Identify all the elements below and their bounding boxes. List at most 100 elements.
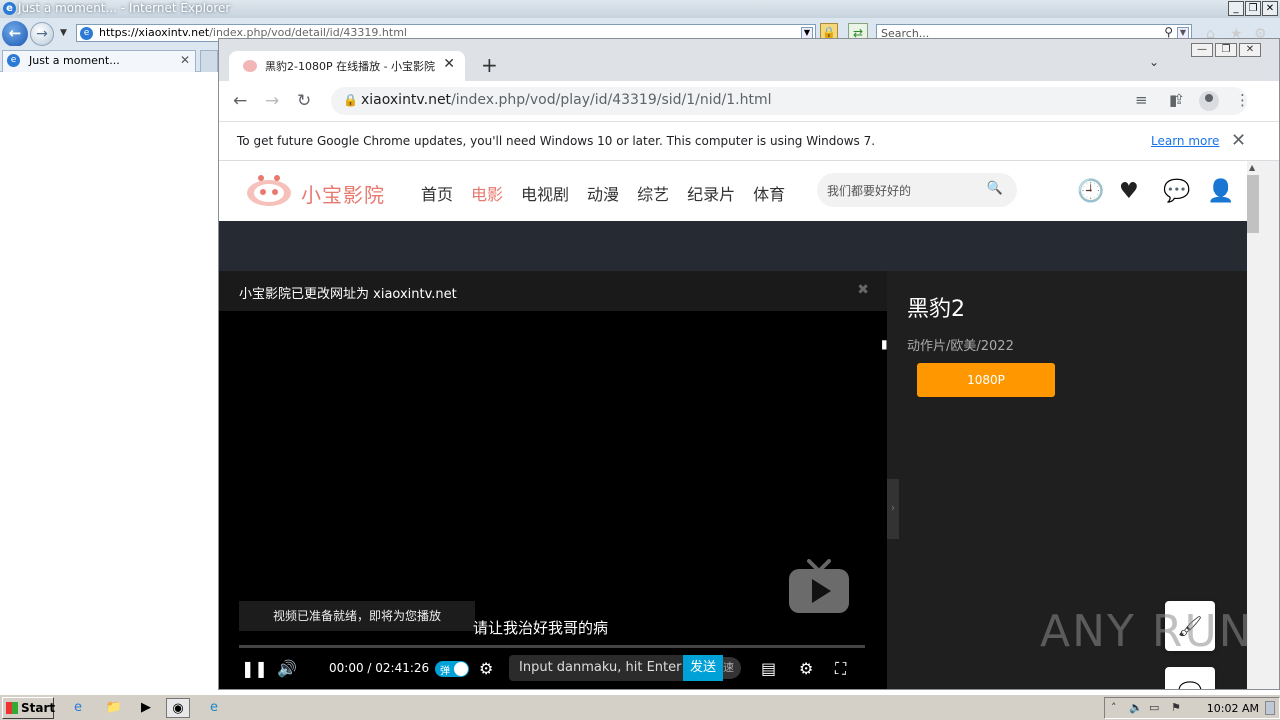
nav-item-tv[interactable]: 电视剧 <box>521 181 569 205</box>
subtitles-icon[interactable]: ▤ <box>761 659 776 678</box>
chrome-window-buttons: — ❐ ✕ <box>1189 41 1261 57</box>
omnibox[interactable]: 🔒 xiaoxintv.net/index.php/vod/play/id/43… <box>331 87 1247 115</box>
send-danmaku-button[interactable]: 发送 <box>683 655 723 681</box>
domain-notice-text: 小宝影院已更改网址为 xiaoxintv.net <box>239 287 457 302</box>
settings-gear-icon[interactable]: ⚙ <box>799 659 813 678</box>
episode-button[interactable]: 1080P <box>917 363 1055 397</box>
search-icon[interactable]: 🔍 <box>987 181 1003 196</box>
nav-item-movie[interactable]: 电影 <box>471 181 503 205</box>
start-button[interactable]: Start <box>2 697 56 719</box>
side-panel-icon[interactable]: ▮ <box>1169 91 1177 109</box>
site-search-placeholder: 我们都要好好的 <box>827 184 912 198</box>
header-band <box>219 221 1247 271</box>
scroll-thumb[interactable] <box>1247 175 1259 233</box>
playback-time: 00:00 / 02:41:26 <box>329 661 430 675</box>
tab-page-icon: e <box>7 54 20 67</box>
restore-button[interactable]: ❐ <box>1245 1 1261 16</box>
nav-item-variety[interactable]: 综艺 <box>637 181 669 205</box>
site-header: 小宝影院 首页 电影 电视剧 动漫 综艺 纪录片 体育 我们都要好好的 🔍 🕘 ♥ 💬 👤 <box>219 161 1247 221</box>
history-dropdown-icon[interactable]: ▼ <box>60 28 67 38</box>
ie-window-title: Just a moment... - Internet Explorer <box>18 1 231 15</box>
message-bubble-icon[interactable]: 💬 <box>1163 179 1190 204</box>
domain-notice-bar: 小宝影院已更改网址为 xiaoxintv.net ✖ <box>219 271 887 311</box>
chrome-tab-title: 黑豹2-1080P 在线播放 - 小宝影院 - <box>265 60 437 73</box>
nav-item-anime[interactable]: 动漫 <box>587 181 619 205</box>
forward-button[interactable]: → <box>30 22 54 46</box>
nav-item-home[interactable]: 首页 <box>421 181 453 205</box>
scroll-up-icon[interactable]: ▲ <box>1249 163 1255 172</box>
search-icon[interactable]: ⚲ <box>1164 25 1173 39</box>
ie-tab[interactable]: e Just a moment... ✕ <box>2 50 196 72</box>
chrome-close-button[interactable]: ✕ <box>1239 43 1261 57</box>
chrome-tab[interactable]: 黑豹2-1080P 在线播放 - 小宝影院 - ✕ <box>229 51 465 81</box>
chat-icon[interactable]: 💬 <box>1165 667 1215 689</box>
start-label: Start <box>21 701 56 715</box>
favorites-heart-icon[interactable]: ♥ <box>1119 179 1139 204</box>
learn-more-link[interactable]: Learn more <box>1151 134 1219 148</box>
ie-title-bar: e Just a moment... - Internet Explorer _… <box>0 0 1280 18</box>
taskbar: Start e 📁 ▶ ◉ e ˄ 🔈 ▭ ⚑ 10:02 AM <box>0 694 1280 720</box>
system-tray: ˄ 🔈 ▭ ⚑ 10:02 AM <box>1104 697 1280 719</box>
danmaku-input[interactable]: Input danmaku, hit Enter <box>509 655 683 681</box>
edge-taskbar-icon[interactable]: e <box>202 698 226 718</box>
forward-arrow-icon[interactable]: → <box>265 91 279 111</box>
media-player-icon[interactable]: ▶ <box>134 698 158 718</box>
toggle-knob <box>454 662 468 676</box>
ie-logo-icon: e <box>3 2 16 15</box>
close-button[interactable]: ✕ <box>1262 1 1278 16</box>
new-tab-button[interactable] <box>200 50 218 72</box>
close-icon[interactable]: ✕ <box>1231 130 1246 151</box>
danmaku-settings-icon[interactable]: ⚙ <box>479 659 493 678</box>
close-notice-icon[interactable]: ✖ <box>857 282 869 298</box>
send-extra-label: 速 <box>723 657 741 679</box>
back-arrow-icon[interactable]: ← <box>233 91 247 111</box>
reading-list-icon[interactable]: ≡ <box>1135 91 1148 109</box>
logo-text: 小宝影院 <box>301 183 385 207</box>
volume-icon[interactable]: 🔊 <box>277 659 297 678</box>
video-player[interactable]: 小宝影院已更改网址为 xiaoxintv.net ✖ 视频已准备就绪，即将为您播… <box>219 271 887 689</box>
tab-search-chevron-icon[interactable]: ⌄ <box>1149 55 1159 69</box>
lock-icon[interactable]: 🔒 <box>343 93 358 107</box>
video-title: 黑豹2 <box>907 297 965 322</box>
action-center-flag-icon[interactable]: ⚑ <box>1171 701 1181 714</box>
chrome-restore-button[interactable]: ❐ <box>1215 43 1237 57</box>
progress-bar[interactable] <box>239 645 865 648</box>
url-host: xiaoxintv.net <box>361 92 452 108</box>
update-info-bar: To get future Google Chrome updates, you… <box>219 121 1279 161</box>
nav-item-documentary[interactable]: 纪录片 <box>687 181 735 205</box>
danmaku-toggle[interactable]: 弹 <box>435 661 469 677</box>
fullscreen-icon[interactable]: ⛶ <box>835 659 846 679</box>
windows-flag-icon <box>6 702 18 714</box>
ie-taskbar-icon[interactable]: e <box>66 698 90 718</box>
address-host: https://xiaoxintv.net <box>99 26 210 39</box>
info-message: To get future Google Chrome updates, you… <box>237 134 876 148</box>
video-subtitle: 请让我治好我哥的病 <box>473 619 609 637</box>
pause-icon[interactable]: ❚❚ <box>241 659 268 678</box>
mascot-logo-icon <box>247 175 291 206</box>
close-tab-icon[interactable]: ✕ <box>180 53 190 67</box>
volume-tray-icon[interactable]: 🔈 <box>1129 701 1143 714</box>
site-nav: 首页 电影 电视剧 动漫 综艺 纪录片 体育 <box>421 181 803 205</box>
new-tab-icon[interactable]: + <box>481 53 498 77</box>
nav-item-sports[interactable]: 体育 <box>753 181 785 205</box>
tv-play-icon <box>789 559 849 613</box>
explorer-folder-icon[interactable]: 📁 <box>102 698 126 718</box>
user-icon[interactable]: 👤 <box>1207 179 1234 204</box>
chrome-taskbar-icon[interactable]: ◉ <box>166 698 190 718</box>
profile-avatar-icon[interactable] <box>1199 91 1219 111</box>
show-desktop-button[interactable] <box>1265 701 1275 715</box>
site-search-input[interactable]: 我们都要好好的 🔍 <box>817 173 1017 207</box>
minimize-button[interactable]: _ <box>1228 1 1244 16</box>
network-icon[interactable]: ▭ <box>1149 701 1159 714</box>
panel-collapse-handle[interactable]: › <box>887 479 899 539</box>
chrome-window: — ❐ ✕ 黑豹2-1080P 在线播放 - 小宝影院 - ✕ + ⌄ ← → ↻ … <box>218 38 1280 690</box>
site-favicon-icon <box>243 60 257 72</box>
close-tab-icon[interactable]: ✕ <box>443 56 455 72</box>
chrome-minimize-button[interactable]: — <box>1191 43 1213 57</box>
site-logo[interactable]: 小宝影院 <box>243 171 403 211</box>
menu-dots-icon[interactable]: ⋮ <box>1235 91 1250 109</box>
back-button[interactable]: ← <box>2 21 28 47</box>
tray-expand-icon[interactable]: ˄ <box>1111 701 1117 714</box>
reload-icon[interactable]: ↻ <box>297 91 311 111</box>
history-clock-icon[interactable]: 🕘 <box>1077 179 1104 204</box>
